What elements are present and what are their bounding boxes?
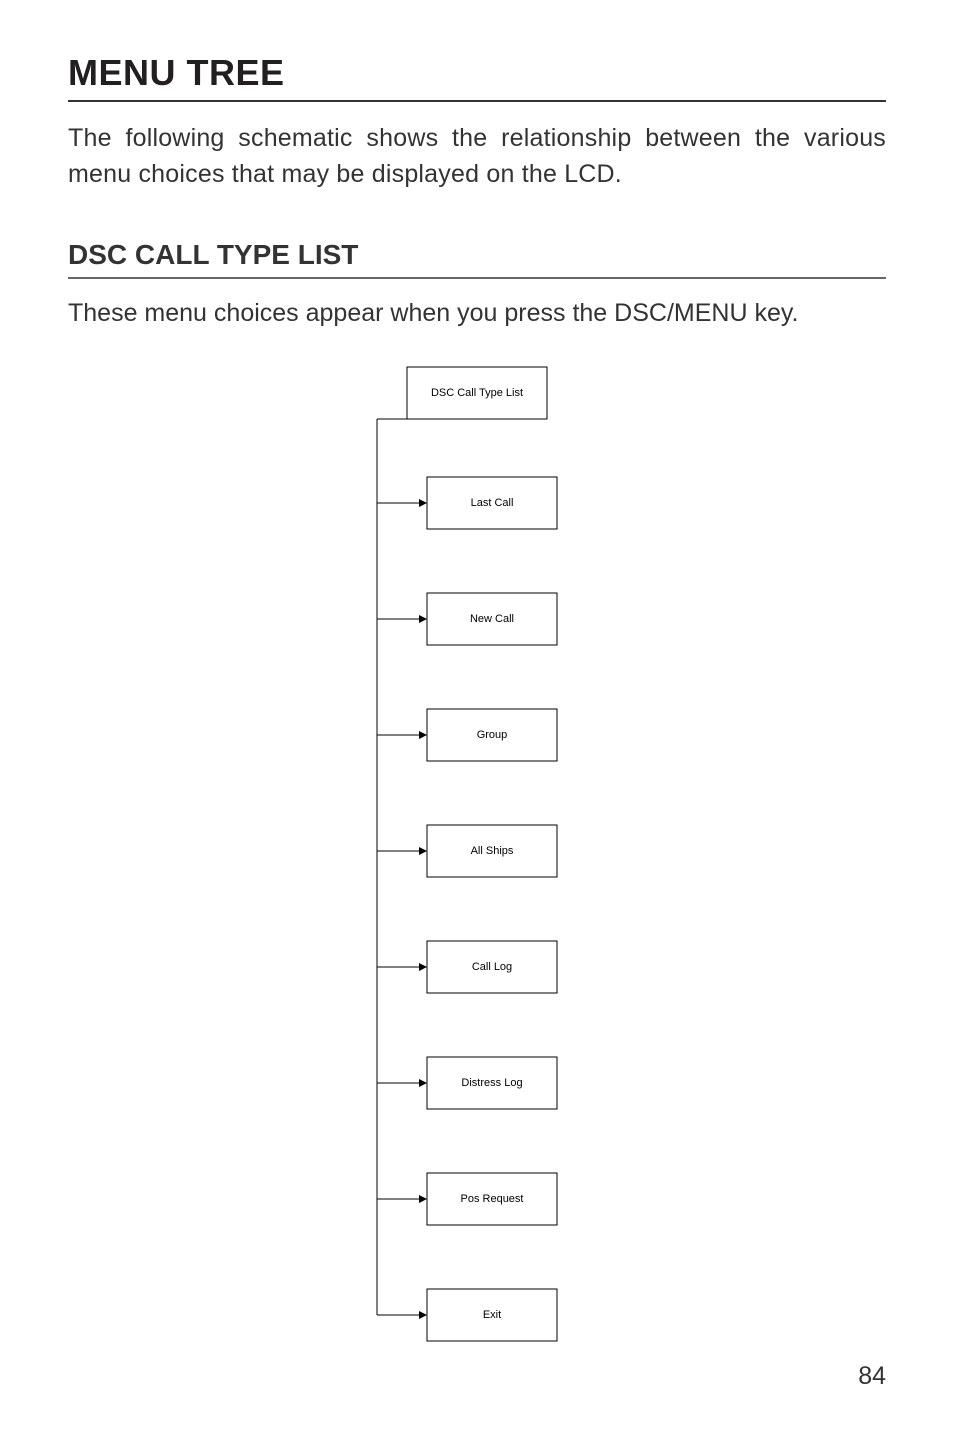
tree-node-label: Last Call: [471, 497, 514, 509]
intro-paragraph: The following schematic shows the relati…: [68, 120, 886, 193]
menu-tree-diagram: DSC Call Type List Last Call New Call Grou…: [68, 357, 886, 1347]
tree-node-label: Call Log: [472, 961, 512, 973]
tree-node-label: Group: [477, 729, 508, 741]
page-number: 84: [858, 1362, 886, 1391]
section-title: MENU TREE: [68, 52, 886, 102]
tree-node-label: New Call: [470, 613, 514, 625]
subsection-paragraph: These menu choices appear when you press…: [68, 295, 886, 331]
tree-node-label: All Ships: [471, 845, 514, 857]
tree-node-label: Exit: [483, 1309, 501, 1321]
tree-node-label: Pos Request: [461, 1193, 524, 1205]
tree-root-label: DSC Call Type List: [431, 387, 523, 399]
tree-node-label: Distress Log: [461, 1077, 522, 1089]
subsection-title: DSC CALL TYPE LIST: [68, 239, 886, 279]
